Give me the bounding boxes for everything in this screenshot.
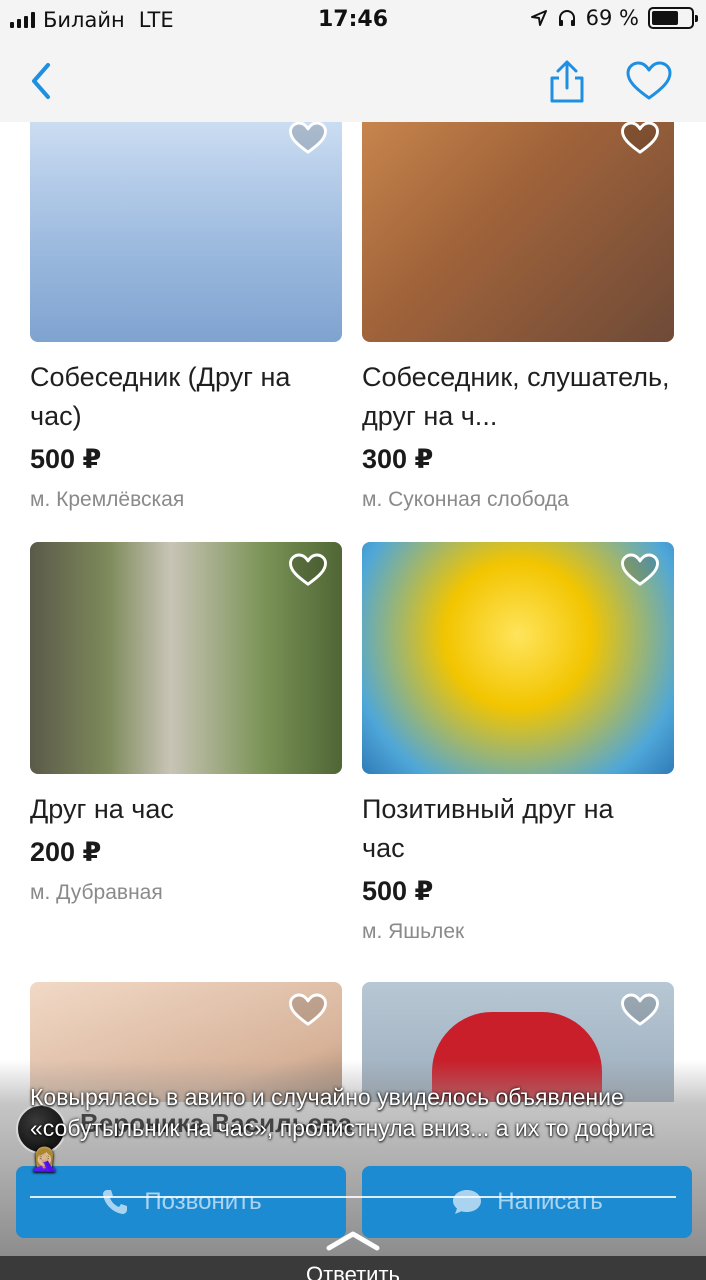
heart-outline-icon[interactable] <box>288 122 328 156</box>
listing-price: 500 ₽ <box>30 444 102 474</box>
listing-photo <box>30 542 342 774</box>
heart-outline-icon[interactable] <box>288 552 328 588</box>
listing-photo <box>362 542 674 774</box>
listing-photo <box>30 122 342 342</box>
listing-title: Собеседник, слушатель, друг на ч... <box>362 362 670 431</box>
call-label: Позвонить <box>144 1188 262 1215</box>
listings-grid: Собеседник (Друг на час) 500 ₽ м. Кремлё… <box>0 122 706 1102</box>
caption-divider <box>30 1196 676 1198</box>
back-button[interactable] <box>14 54 68 108</box>
listing-metro: м. Дубравная <box>30 881 163 904</box>
share-icon <box>550 60 584 103</box>
heart-icon <box>626 61 672 100</box>
headphones-icon <box>558 10 575 26</box>
reply-label[interactable]: Ответить <box>0 1262 706 1280</box>
favorite-button[interactable] <box>622 54 676 108</box>
call-button[interactable]: Позвонить <box>16 1166 346 1238</box>
battery-fill <box>652 11 679 25</box>
nav-bar <box>0 40 706 122</box>
phone-icon <box>103 1190 128 1214</box>
listing-photo <box>362 122 674 342</box>
chevron-up-icon[interactable] <box>325 1228 381 1252</box>
listing-metro: м. Кремлёвская <box>30 488 185 511</box>
location-icon <box>530 10 547 26</box>
heart-outline-icon[interactable] <box>620 122 660 156</box>
status-right: 69 % <box>530 6 698 30</box>
heart-outline-icon[interactable] <box>620 992 660 1028</box>
battery-label: 69 % <box>585 6 639 30</box>
listing-card[interactable]: Позитивный друг на час 500 ₽ м. Яшьлек <box>362 542 674 950</box>
battery-icon <box>648 7 698 29</box>
listing-metro: м. Суконная слобода <box>362 488 569 511</box>
share-button[interactable] <box>540 54 594 108</box>
listing-title: Друг на час <box>30 794 174 824</box>
message-button[interactable]: Написать <box>362 1166 692 1238</box>
story-caption: Ковырялась в авито и случайно увиделось … <box>30 1084 654 1172</box>
status-bar: Билайн LTE 17:46 69 % <box>0 0 706 40</box>
heart-outline-icon[interactable] <box>620 552 660 588</box>
listing-title: Позитивный друг на час <box>362 794 614 863</box>
listing-card[interactable]: Собеседник (Друг на час) 500 ₽ м. Кремлё… <box>30 122 342 518</box>
listing-title: Собеседник (Друг на час) <box>30 362 291 431</box>
listing-metro: м. Яшьлек <box>362 920 465 943</box>
listing-card[interactable]: Друг на час 200 ₽ м. Дубравная <box>30 542 342 911</box>
listing-price: 500 ₽ <box>362 876 434 906</box>
message-label: Написать <box>497 1188 603 1215</box>
chevron-left-icon <box>32 63 50 99</box>
chat-bubble-icon <box>453 1190 482 1214</box>
heart-outline-icon[interactable] <box>288 992 328 1028</box>
listing-card[interactable]: Собеседник, слушатель, друг на ч... 300 … <box>362 122 674 518</box>
listing-price: 200 ₽ <box>30 837 102 867</box>
listing-price: 300 ₽ <box>362 444 434 474</box>
